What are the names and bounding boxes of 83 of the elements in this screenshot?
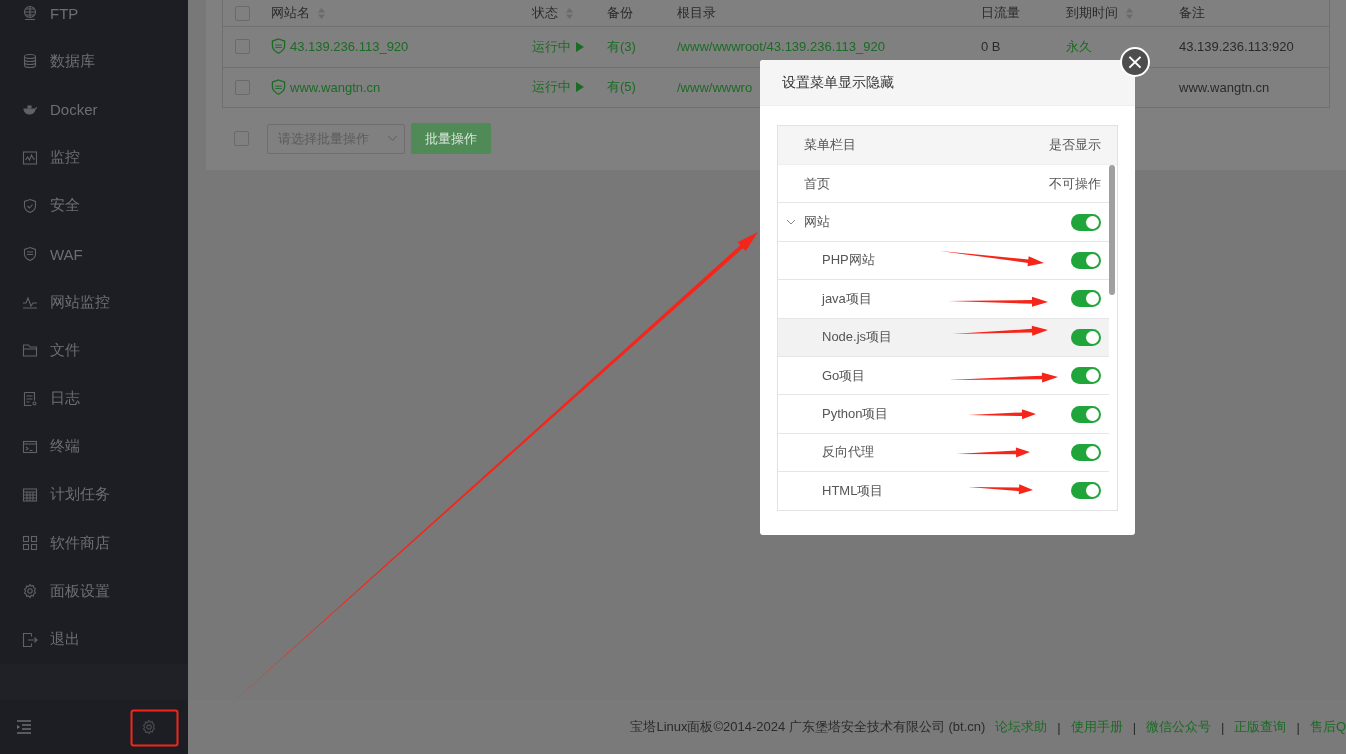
root-path-link[interactable]: /www/wwwro (677, 79, 753, 95)
column-header[interactable]: 备份 (607, 4, 633, 22)
settings-icon[interactable] (141, 719, 157, 735)
play-icon (575, 40, 585, 53)
sidebar-item[interactable]: 面板设置 (0, 567, 188, 616)
toggle-switch[interactable] (1071, 367, 1101, 385)
menu-item-label: 反向代理 (822, 443, 874, 462)
chevron-icon[interactable] (786, 219, 796, 226)
toggle-switch[interactable] (1071, 443, 1101, 461)
globe-icon (22, 5, 38, 22)
table-cell: www.wangtn.cn (1179, 79, 1270, 95)
terminal-icon (22, 438, 38, 455)
column-header[interactable]: 备注 (1179, 4, 1205, 22)
pulse-icon (22, 294, 38, 311)
collapse-menu-icon[interactable] (16, 720, 32, 734)
menu-item-label: Node.js项目 (822, 328, 893, 347)
separator: | (1132, 719, 1137, 735)
separator: | (1221, 719, 1225, 735)
site-link[interactable]: 43.139.236.113_920 (290, 39, 409, 55)
sidebar-item[interactable]: Docker (0, 85, 188, 134)
backup-link[interactable]: 有(3) (607, 37, 636, 56)
separator: | (1057, 719, 1061, 735)
exit-icon (22, 631, 38, 648)
play-icon (575, 81, 585, 94)
toggle-switch[interactable] (1071, 213, 1101, 231)
database-icon (22, 53, 38, 70)
grid-icon (22, 535, 38, 552)
scrollbar-thumb[interactable] (1109, 165, 1115, 295)
status-text: 不可操作 (1049, 174, 1101, 193)
sidebar-item[interactable]: 网站监控 (0, 278, 188, 327)
status-link[interactable]: 运行中 (532, 37, 571, 56)
toggle-switch[interactable] (1071, 405, 1101, 423)
dialog-title: 设置菜单显示隐藏 (782, 73, 894, 92)
sidebar-item[interactable]: 日志 (0, 374, 188, 423)
site-link[interactable]: www.wangtn.cn (290, 79, 381, 95)
toggle-switch[interactable] (1071, 251, 1101, 269)
chart-icon (22, 149, 38, 166)
menu-item-label: 网站 (804, 213, 830, 232)
sidebar-item[interactable]: 计划任务 (0, 470, 188, 520)
caret-icon (387, 135, 398, 142)
menu-item-label: java项目 (822, 289, 872, 308)
toggle-switch[interactable] (1071, 290, 1101, 308)
column-header[interactable]: 状态 (532, 4, 558, 22)
column-header[interactable]: 到期时间 (1066, 4, 1118, 22)
highlight-box (130, 709, 179, 747)
batch-button[interactable]: 批量操作 (411, 123, 491, 154)
sidebar-item[interactable]: 文件 (0, 326, 188, 375)
shield-icon (22, 246, 38, 263)
table-cell: 0 B (981, 39, 1001, 55)
column-header[interactable]: 网站名 (271, 4, 310, 22)
backup-link[interactable]: 有(5) (607, 78, 636, 97)
sidebar-item[interactable]: WAF (0, 229, 188, 279)
separator: | (1296, 719, 1300, 735)
toggle-switch[interactable] (1071, 482, 1101, 500)
table-cell: 永久 (1066, 37, 1092, 56)
calendar-icon (22, 486, 38, 503)
sidebar-item[interactable]: 数据库 (0, 37, 188, 86)
sidebar-item[interactable]: 安全 (0, 181, 188, 230)
column-header[interactable]: 根目录 (677, 4, 716, 22)
status-link[interactable]: 运行中 (532, 78, 571, 97)
sidebar-item[interactable]: FTP (0, 0, 188, 38)
column-header[interactable]: 日流量 (981, 4, 1020, 22)
copyright-text: 宝塔Linux面板©2014-2024 广东堡塔安全技术有限公司 (bt.cn) (630, 718, 986, 736)
sidebar-item[interactable]: 退出 (0, 615, 188, 664)
toggle-switch[interactable] (1071, 328, 1101, 346)
root-path-link[interactable]: /www/wwwroot/43.139.236.113_920 (677, 39, 885, 55)
menu-item-label: HTML项目 (822, 481, 884, 500)
shield-icon (271, 78, 286, 96)
shield-icon (22, 197, 38, 214)
menu-item-label: Python项目 (822, 405, 889, 424)
sidebar-item[interactable]: 终端 (0, 422, 188, 471)
table-cell: 43.139.236.113:920 (1179, 39, 1294, 55)
folder-icon (22, 342, 38, 359)
shield-icon (271, 38, 286, 56)
sidebar-item[interactable]: 监控 (0, 133, 188, 182)
menu-item-label: PHP网站 (822, 251, 875, 270)
menu-item-label: 首页 (804, 174, 830, 193)
sidebar-item[interactable]: 软件商店 (0, 519, 188, 568)
document-icon (22, 390, 38, 407)
settings-icon (22, 583, 38, 600)
column-header: 是否显示 (1049, 136, 1101, 154)
menu-item-label: Go项目 (822, 366, 866, 385)
column-header: 菜单栏目 (804, 136, 856, 154)
